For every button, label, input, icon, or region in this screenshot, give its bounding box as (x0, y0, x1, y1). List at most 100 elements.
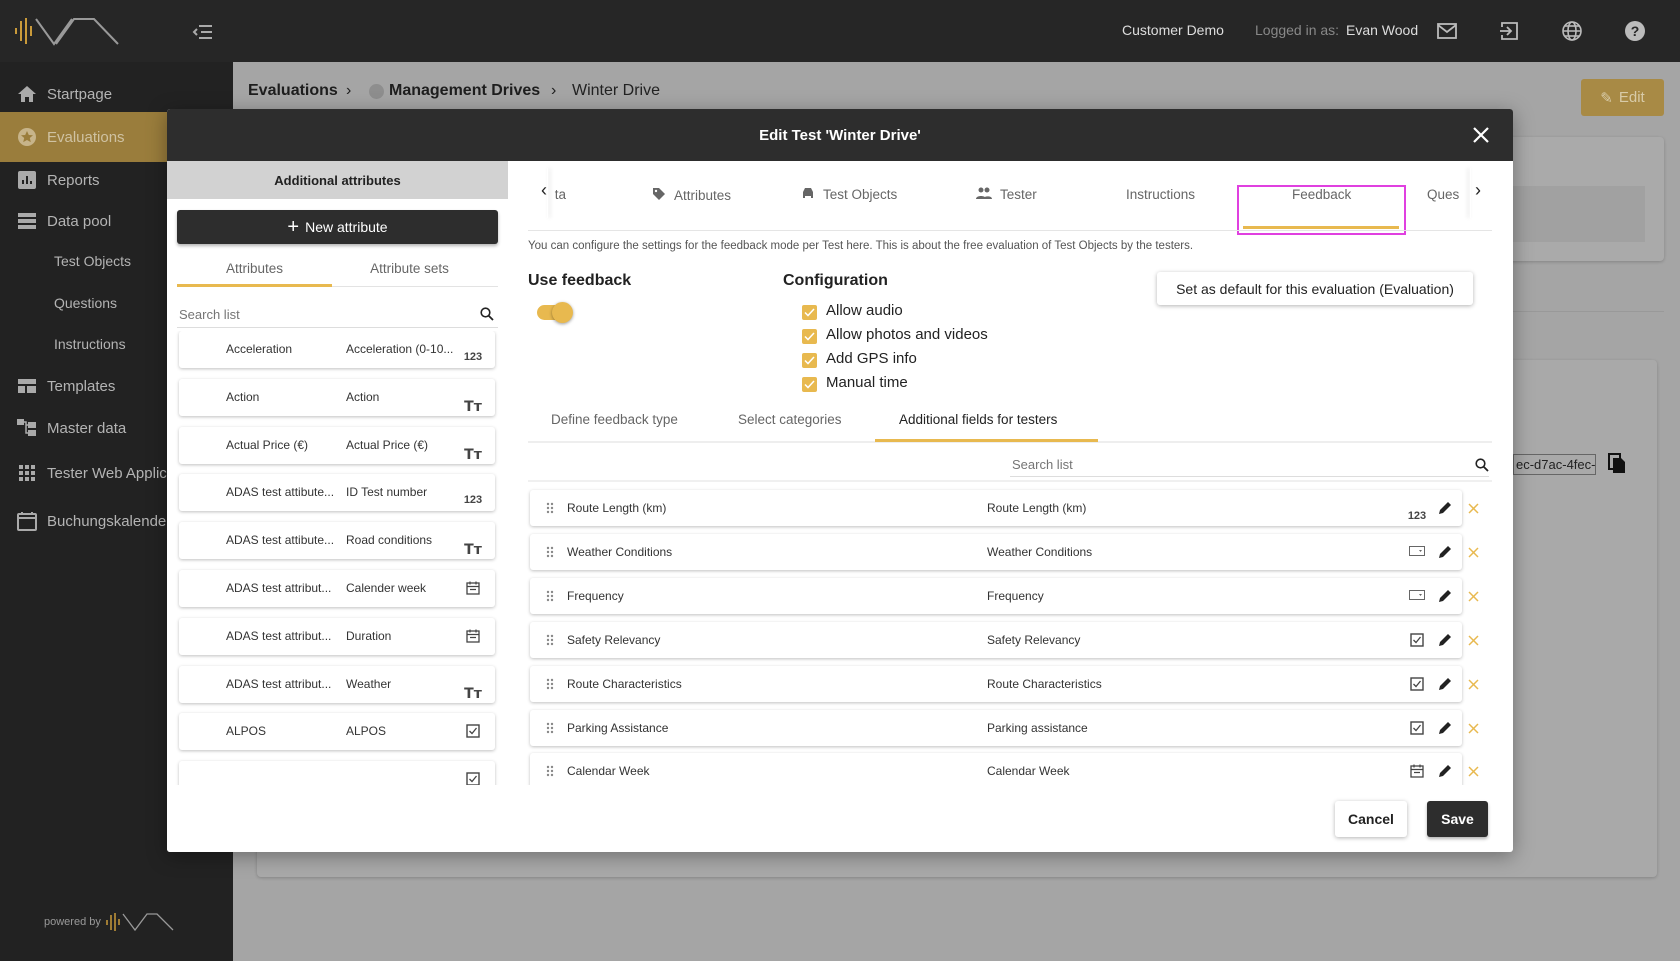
user-name[interactable]: Evan Wood (1346, 22, 1418, 38)
additional-field-row[interactable]: Route Length (km) Route Length (km) 123 (530, 490, 1479, 526)
use-feedback-heading: Use feedback (528, 272, 632, 289)
config-option-label: Manual time (826, 374, 908, 391)
allow-audio-checkbox[interactable] (802, 305, 817, 320)
car-icon (801, 187, 815, 202)
drag-handle-icon[interactable] (546, 765, 554, 777)
svg-text:?: ? (1631, 23, 1640, 39)
tab-ques[interactable]: Ques (1427, 187, 1459, 202)
customer-name[interactable]: Customer Demo (1122, 22, 1224, 38)
search-icon[interactable] (480, 307, 494, 321)
additional-field-row[interactable]: Route Characteristics Route Characteristi… (530, 665, 1479, 702)
chevron-right-icon: › (551, 82, 557, 99)
tab-label: Attributes (674, 188, 732, 203)
tabs-scroll-left-icon[interactable]: ‹ (541, 180, 547, 201)
drag-handle-icon[interactable] (546, 634, 554, 646)
calendar-type-icon (1410, 764, 1424, 779)
additional-field-row[interactable]: Safety Relevancy Safety Relevancy (530, 621, 1479, 658)
additional-fields-list: Route Length (km) Route Length (km) 123 Wea… (167, 485, 1513, 785)
delete-icon[interactable] (1468, 591, 1479, 602)
manual-time-checkbox[interactable] (802, 377, 817, 392)
tab-ta[interactable]: ta (552, 187, 566, 202)
field-name: Parking Assistance (567, 720, 669, 735)
id-field[interactable]: ec-d7ac-4fec- (1513, 454, 1596, 475)
home-icon (16, 83, 38, 105)
chevron-right-icon: › (346, 82, 352, 99)
additional-field-row[interactable]: Weather Conditions Weather Conditions (530, 533, 1479, 570)
breadcrumb-management-drives[interactable]: Management Drives (389, 82, 540, 100)
sidebar-item-label: Master data (47, 419, 127, 437)
apps-grid-icon (16, 462, 38, 484)
breadcrumb-evaluations[interactable]: Evaluations (248, 82, 338, 100)
drag-handle-icon[interactable] (546, 502, 554, 514)
edit-icon[interactable] (1438, 764, 1452, 778)
delete-icon[interactable] (1468, 503, 1479, 514)
attribute-list-item[interactable]: Action Action Tт (179, 378, 495, 416)
fields-search-input[interactable] (1012, 454, 1452, 474)
powered-by-label: powered by (44, 916, 101, 928)
field-name: Route Characteristics (567, 676, 682, 691)
copy-icon[interactable] (1607, 452, 1627, 474)
edit-icon[interactable] (1438, 677, 1452, 691)
additional-field-row[interactable]: Frequency Frequency (530, 577, 1479, 614)
drag-handle-icon[interactable] (546, 546, 554, 558)
tag-icon (652, 187, 666, 204)
add-gps-info-checkbox[interactable] (802, 353, 817, 368)
sidebar-item-label: Instructions (54, 336, 126, 352)
sidebar-item-startpage[interactable]: Startpage (0, 74, 233, 114)
delete-icon[interactable] (1468, 547, 1479, 558)
attributes-search-input[interactable] (179, 303, 479, 325)
allow-photos-and-videos-checkbox[interactable] (802, 329, 817, 344)
tab-test-objects[interactable]: Test Objects (801, 187, 897, 202)
delete-icon[interactable] (1468, 679, 1479, 690)
tabs-scroll-right-icon[interactable]: › (1475, 180, 1481, 201)
checkbox-type-icon (1410, 720, 1424, 735)
edit-icon[interactable] (1438, 721, 1452, 735)
tab-attribute-sets[interactable]: Attribute sets (332, 261, 487, 276)
new-attribute-button[interactable]: + New attribute (177, 210, 498, 244)
edit-icon[interactable] (1438, 589, 1452, 603)
subtab-additional-fields[interactable]: Additional fields for testers (899, 412, 1057, 427)
logout-icon[interactable] (1498, 20, 1520, 42)
delete-icon[interactable] (1468, 722, 1479, 734)
edit-label: Edit (1618, 89, 1645, 106)
attribute-list-item[interactable]: Acceleration Acceleration (0-10... 123 (179, 331, 495, 368)
edit-icon[interactable] (1438, 633, 1452, 647)
collapse-menu-icon[interactable] (192, 24, 214, 40)
subtab-define-feedback-type[interactable]: Define feedback type (551, 412, 678, 427)
drag-handle-icon[interactable] (546, 590, 554, 602)
calendar-icon (16, 510, 38, 532)
globe-icon[interactable] (1561, 20, 1583, 42)
checkbox-type-icon (1410, 632, 1424, 647)
search-icon[interactable] (1475, 458, 1489, 472)
set-default-button[interactable]: Set as default for this evaluation (Eval… (1157, 272, 1473, 305)
logged-in-label: Logged in as: (1255, 22, 1340, 38)
tab-attributes[interactable]: Attributes (177, 261, 332, 276)
field-name: Weather Conditions (567, 544, 673, 559)
mail-icon[interactable] (1436, 20, 1458, 42)
use-feedback-toggle[interactable] (537, 302, 573, 323)
drag-handle-icon[interactable] (546, 722, 554, 734)
cancel-button[interactable]: Cancel (1335, 801, 1407, 837)
field-label: Frequency (987, 588, 1044, 603)
edit-icon[interactable] (1438, 501, 1452, 515)
pencil-icon: ✎ (1600, 89, 1613, 107)
sidebar-item-label: Templates (47, 377, 116, 395)
attribute-label: Actual Price (€) (346, 437, 429, 452)
help-icon[interactable]: ? (1624, 20, 1646, 42)
tab-attributes[interactable]: Attributes (652, 187, 731, 204)
attribute-list-item[interactable]: Actual Price (€) Actual Price (€) Tт (179, 426, 495, 464)
additional-field-row[interactable]: Calendar Week Calendar Week (530, 753, 1479, 785)
tab-instructions[interactable]: Instructions (1126, 187, 1195, 202)
delete-icon[interactable] (1468, 635, 1479, 646)
star-icon (16, 126, 38, 148)
dropdown-type-icon (1409, 590, 1425, 601)
drag-handle-icon[interactable] (546, 678, 554, 690)
save-button[interactable]: Save (1427, 801, 1488, 837)
edit-button[interactable]: ✎ Edit (1581, 79, 1664, 116)
tab-tester[interactable]: Tester (976, 187, 1037, 202)
additional-field-row[interactable]: Parking Assistance Parking assistance (530, 709, 1479, 746)
delete-icon[interactable] (1468, 766, 1479, 777)
check-icon (804, 332, 815, 341)
subtab-select-categories[interactable]: Select categories (738, 412, 842, 427)
edit-icon[interactable] (1438, 545, 1452, 559)
